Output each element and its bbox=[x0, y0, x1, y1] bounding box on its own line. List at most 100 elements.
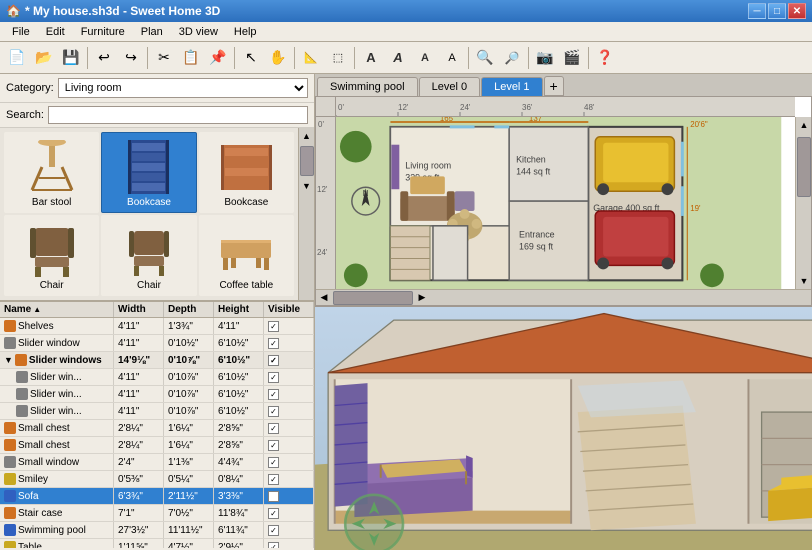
tb-save[interactable]: 💾 bbox=[58, 45, 84, 71]
tb-textd[interactable]: A bbox=[439, 45, 465, 71]
tb-help[interactable]: ❓ bbox=[592, 45, 618, 71]
table-row[interactable]: Slider win... 4'11" 0'10⅞" 6'10½" ✓ bbox=[0, 403, 314, 420]
table-row[interactable]: Slider win... 4'11" 0'10⅞" 6'10½" ✓ bbox=[0, 369, 314, 386]
maximize-button[interactable]: □ bbox=[768, 3, 786, 19]
visibility-checkbox[interactable]: ✓ bbox=[268, 321, 279, 332]
visibility-checkbox[interactable]: ✓ bbox=[268, 457, 279, 468]
scroll-up-arrow[interactable]: ▲ bbox=[299, 128, 315, 144]
tb-select[interactable]: ↖ bbox=[238, 45, 264, 71]
table-row[interactable]: ▼ Slider windows 14'9⅛" 0'10⅞" 6'10½" ✓ bbox=[0, 352, 314, 369]
menu-file[interactable]: File bbox=[4, 24, 38, 40]
furniture-item-coffee-table[interactable]: Coffee table bbox=[199, 215, 294, 296]
visibility-checkbox[interactable]: ✓ bbox=[268, 542, 279, 549]
row-visible[interactable]: ✓ bbox=[264, 386, 314, 402]
row-visible[interactable]: ✓ bbox=[264, 471, 314, 487]
visibility-checkbox[interactable]: ✓ bbox=[268, 389, 279, 400]
menu-3dview[interactable]: 3D view bbox=[171, 24, 226, 40]
visibility-checkbox[interactable]: ✓ bbox=[268, 338, 279, 349]
col-width[interactable]: Width bbox=[114, 302, 164, 317]
furniture-item-chair1[interactable]: Chair bbox=[4, 215, 99, 296]
tb-texta[interactable]: A bbox=[358, 45, 384, 71]
visibility-checkbox[interactable]: ✓ bbox=[268, 525, 279, 536]
visibility-checkbox[interactable]: ✓ bbox=[268, 423, 279, 434]
menu-furniture[interactable]: Furniture bbox=[73, 24, 133, 40]
row-visible[interactable]: ✓ bbox=[264, 539, 314, 548]
tb-photo[interactable]: 📷 bbox=[532, 45, 558, 71]
row-visible[interactable]: ✓ bbox=[264, 335, 314, 351]
tb-textc[interactable]: A bbox=[412, 45, 438, 71]
menu-edit[interactable]: Edit bbox=[38, 24, 73, 40]
v-scroll-thumb[interactable] bbox=[797, 137, 811, 197]
furniture-item-chair2[interactable]: Chair bbox=[101, 215, 196, 296]
col-name[interactable]: Name ▲ bbox=[0, 302, 114, 317]
row-visible[interactable]: ✓ bbox=[264, 318, 314, 334]
2d-vscrollbar[interactable]: ▲ ▼ bbox=[795, 117, 811, 289]
tab-level0[interactable]: Level 0 bbox=[419, 77, 480, 96]
tab-swimming-pool[interactable]: Swimming pool bbox=[317, 77, 418, 96]
tb-new[interactable]: 📄 bbox=[4, 45, 30, 71]
tab-level1[interactable]: Level 1 bbox=[481, 77, 542, 96]
table-row[interactable]: Swimming pool 27'3½" 11'11½" 6'11¾" ✓ bbox=[0, 522, 314, 539]
row-visible[interactable]: ✓ bbox=[264, 522, 314, 538]
table-row[interactable]: Table 1'11⅝" 4'7½" 2'9½" ✓ bbox=[0, 539, 314, 548]
category-select[interactable]: Living room Bedroom Kitchen Bathroom bbox=[58, 78, 308, 98]
table-row[interactable]: Sofa 6'3¾" 2'11½" 3'3⅜" ✓ bbox=[0, 488, 314, 505]
tb-room[interactable]: ⬚ bbox=[325, 45, 351, 71]
furniture-scrollbar[interactable]: ▲ ▼ bbox=[298, 128, 314, 300]
v-scroll-down[interactable]: ▼ bbox=[796, 273, 812, 289]
expand-icon[interactable]: ▼ bbox=[4, 355, 13, 365]
row-visible[interactable]: ✓ bbox=[264, 505, 314, 521]
table-row[interactable]: Shelves 4'11" 1'3¾" 4'11" ✓ bbox=[0, 318, 314, 335]
tb-cut[interactable]: ✂ bbox=[151, 45, 177, 71]
tb-zoom-out[interactable]: 🔎 bbox=[499, 45, 525, 71]
tb-textb[interactable]: A bbox=[385, 45, 411, 71]
row-visible[interactable]: ✓ bbox=[264, 352, 314, 368]
col-height[interactable]: Height bbox=[214, 302, 264, 317]
visibility-checkbox[interactable]: ✓ bbox=[268, 491, 279, 502]
col-depth[interactable]: Depth bbox=[164, 302, 214, 317]
minimize-button[interactable]: ─ bbox=[748, 3, 766, 19]
furniture-item-bar-stool[interactable]: Bar stool bbox=[4, 132, 99, 213]
furniture-item-bookcase2[interactable]: Bookcase bbox=[199, 132, 294, 213]
visibility-checkbox[interactable]: ✓ bbox=[268, 406, 279, 417]
v-scroll-up[interactable]: ▲ bbox=[796, 117, 812, 133]
furniture-item-bookcase-selected[interactable]: Bookcase bbox=[101, 132, 196, 213]
tb-copy[interactable]: 📋 bbox=[178, 45, 204, 71]
visibility-checkbox[interactable]: ✓ bbox=[268, 474, 279, 485]
scroll-right-arrow[interactable]: ▶ bbox=[414, 290, 430, 306]
row-visible[interactable]: ✓ bbox=[264, 454, 314, 470]
table-row[interactable]: Slider win... 4'11" 0'10⅞" 6'10½" ✓ bbox=[0, 386, 314, 403]
visibility-checkbox[interactable]: ✓ bbox=[268, 508, 279, 519]
table-row[interactable]: Smiley 0'5⅜" 0'5¼" 0'8¼" ✓ bbox=[0, 471, 314, 488]
visibility-checkbox[interactable]: ✓ bbox=[268, 440, 279, 451]
tb-open[interactable]: 📂 bbox=[31, 45, 57, 71]
col-visible[interactable]: Visible bbox=[264, 302, 314, 317]
table-row[interactable]: Small window 2'4" 1'1⅜" 4'4¾" ✓ bbox=[0, 454, 314, 471]
row-visible[interactable]: ✓ bbox=[264, 403, 314, 419]
table-row[interactable]: Small chest 2'8¼" 1'6¼" 2'8⅝" ✓ bbox=[0, 420, 314, 437]
tb-pan[interactable]: ✋ bbox=[265, 45, 291, 71]
visibility-checkbox[interactable]: ✓ bbox=[268, 355, 279, 366]
row-visible[interactable]: ✓ bbox=[264, 488, 314, 504]
visibility-checkbox[interactable]: ✓ bbox=[268, 372, 279, 383]
add-tab-button[interactable]: + bbox=[544, 76, 564, 96]
row-visible[interactable]: ✓ bbox=[264, 369, 314, 385]
menu-help[interactable]: Help bbox=[226, 24, 265, 40]
scroll-left-arrow[interactable]: ◀ bbox=[316, 290, 332, 306]
tb-redo[interactable]: ↪ bbox=[118, 45, 144, 71]
menu-plan[interactable]: Plan bbox=[133, 24, 171, 40]
tb-paste[interactable]: 📌 bbox=[205, 45, 231, 71]
row-visible[interactable]: ✓ bbox=[264, 437, 314, 453]
table-row[interactable]: Stair case 7'1" 7'0½" 11'8¾" ✓ bbox=[0, 505, 314, 522]
h-scroll-thumb[interactable] bbox=[333, 291, 413, 305]
row-visible[interactable]: ✓ bbox=[264, 420, 314, 436]
table-row[interactable]: Slider window 4'11" 0'10½" 6'10½" ✓ bbox=[0, 335, 314, 352]
2d-hscrollbar[interactable]: ◀ ▶ bbox=[316, 289, 811, 305]
tb-undo[interactable]: ↩ bbox=[91, 45, 117, 71]
tb-wall[interactable]: 📐 bbox=[298, 45, 324, 71]
close-button[interactable]: ✕ bbox=[788, 3, 806, 19]
tb-video[interactable]: 🎬 bbox=[559, 45, 585, 71]
search-input[interactable] bbox=[48, 106, 308, 124]
table-row[interactable]: Small chest 2'8¼" 1'6¼" 2'8⅝" ✓ bbox=[0, 437, 314, 454]
scroll-down-arrow[interactable]: ▼ bbox=[299, 178, 315, 194]
